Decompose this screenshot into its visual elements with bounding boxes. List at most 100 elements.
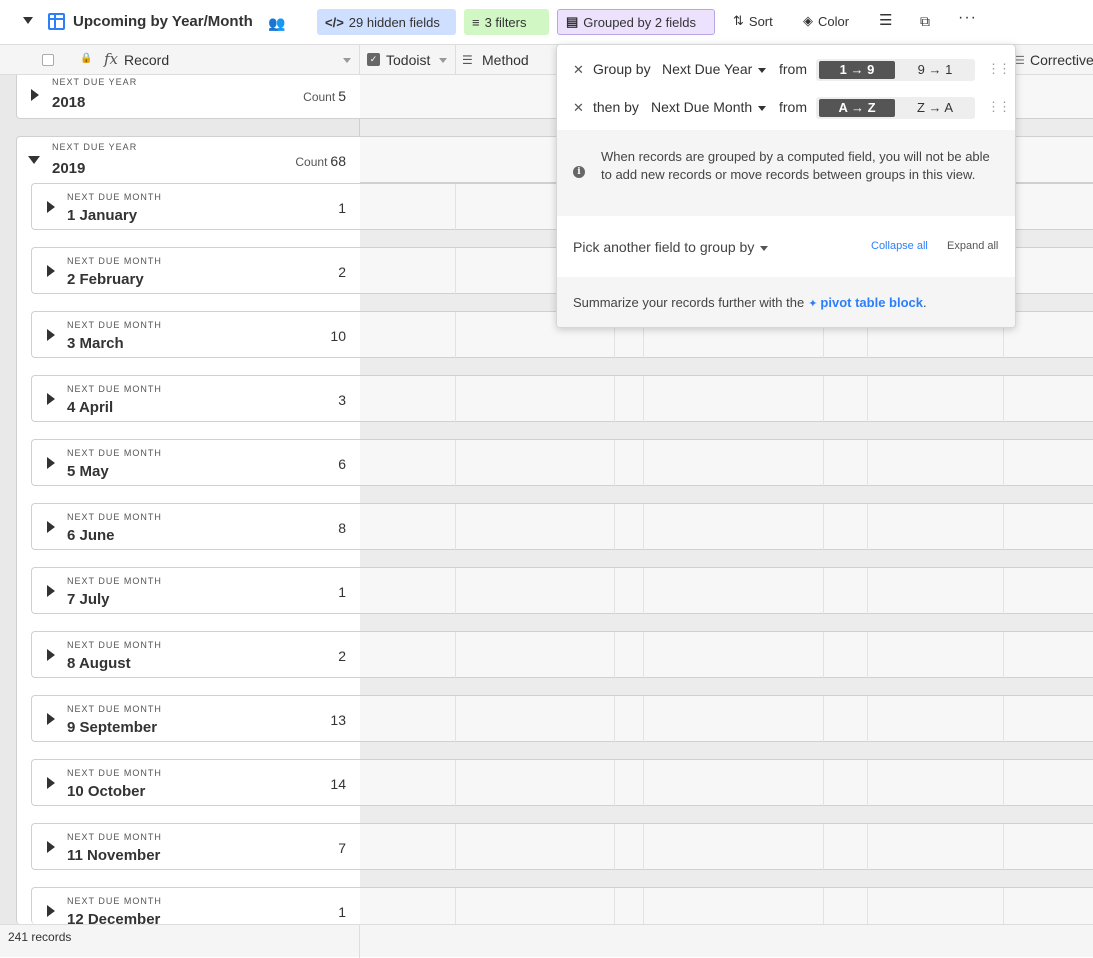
expand-group-icon[interactable] xyxy=(47,521,55,533)
sort-button[interactable]: ⇅ Sort xyxy=(733,13,773,29)
blocks-icon: ✦ xyxy=(808,298,818,310)
pivot-table-block-link[interactable]: pivot table block xyxy=(820,295,923,310)
group-field-label: NEXT DUE MONTH xyxy=(67,768,162,778)
grid-view-icon xyxy=(48,13,65,30)
filter-label: 3 filters xyxy=(484,14,527,30)
add-group-field-select[interactable]: Pick another field to group by xyxy=(573,239,769,255)
cell-divider xyxy=(614,696,615,743)
group-count: 1 xyxy=(338,904,346,920)
group-rule-2: ✕ then by Next Due Month from A → Z Z → … xyxy=(557,95,1015,131)
cell-divider xyxy=(1003,440,1004,487)
todoist-column-header[interactable]: Todoist xyxy=(386,52,430,68)
hidden-fields-button[interactable]: </> 29 hidden fields xyxy=(317,9,456,35)
month-group[interactable]: NEXT DUE MONTH 12 December 1 xyxy=(31,887,360,928)
expand-group-icon[interactable] xyxy=(47,585,55,597)
todoist-column-caret-icon[interactable] xyxy=(439,58,447,63)
cell-divider xyxy=(867,504,868,551)
expand-group-icon[interactable] xyxy=(47,265,55,277)
month-group[interactable]: NEXT DUE MONTH 6 June 8 xyxy=(31,503,360,550)
view-menu-caret-icon[interactable] xyxy=(23,17,33,24)
cell-divider xyxy=(867,440,868,487)
month-group[interactable]: NEXT DUE MONTH 9 September 13 xyxy=(31,695,360,742)
grid-footer: 241 records xyxy=(0,924,1093,958)
expand-group-icon[interactable] xyxy=(47,649,55,661)
record-column-header[interactable]: Record xyxy=(124,52,169,68)
sort-direction-toggle: A → Z Z → A xyxy=(816,97,975,119)
group-icon: ▤ xyxy=(566,14,579,29)
expand-group-icon[interactable] xyxy=(47,393,55,405)
collapse-group-icon[interactable] xyxy=(28,156,40,164)
color-button[interactable]: ◈ Color xyxy=(803,13,849,29)
month-group[interactable]: NEXT DUE MONTH 4 April 3 xyxy=(31,375,360,422)
cell-divider xyxy=(455,504,456,551)
group-value: 10 October xyxy=(67,783,146,800)
cell-divider xyxy=(614,504,615,551)
ascending-option[interactable]: A → Z xyxy=(819,99,895,117)
group-summary-row xyxy=(360,503,1093,551)
group-field-label: NEXT DUE MONTH xyxy=(67,896,162,906)
group-value: 3 March xyxy=(67,335,124,352)
group-count: 2 xyxy=(338,648,346,664)
group-count: 2 xyxy=(338,264,346,280)
descending-option[interactable]: Z → A xyxy=(898,99,972,117)
group-field-label: NEXT DUE MONTH xyxy=(67,704,162,714)
group-label: Grouped by 2 fields xyxy=(583,14,697,30)
group-field-select[interactable]: Next Due Year xyxy=(662,61,767,77)
method-column-header[interactable]: Method xyxy=(482,52,529,68)
row-height-icon[interactable]: ☰ xyxy=(879,11,892,29)
select-all-checkbox[interactable] xyxy=(42,54,54,66)
expand-group-icon[interactable] xyxy=(31,89,39,101)
month-group[interactable]: NEXT DUE MONTH 8 August 2 xyxy=(31,631,360,678)
group-count: 10 xyxy=(330,328,346,344)
group-button[interactable]: ▤ Grouped by 2 fields xyxy=(557,9,715,35)
group-value: 9 September xyxy=(67,719,158,736)
group-field-label: NEXT DUE MONTH xyxy=(67,512,162,522)
descending-option[interactable]: 9 → 1 xyxy=(898,61,972,79)
month-group[interactable]: NEXT DUE MONTH 2 February 2 xyxy=(31,247,360,294)
group-field-select[interactable]: Next Due Month xyxy=(651,99,767,115)
group-value: 5 May xyxy=(67,463,109,480)
year-group-2018[interactable]: NEXT DUE YEAR 2018 Count 5 xyxy=(16,75,360,119)
then-by-label: then by xyxy=(593,99,639,115)
from-label: from xyxy=(779,61,807,77)
expand-group-icon[interactable] xyxy=(47,329,55,341)
drag-handle-icon[interactable]: ⋮⋮ xyxy=(987,99,1011,115)
month-group[interactable]: NEXT DUE MONTH 1 January 1 xyxy=(31,183,360,230)
month-group[interactable]: NEXT DUE MONTH 5 May 6 xyxy=(31,439,360,486)
expand-group-icon[interactable] xyxy=(47,841,55,853)
filter-button[interactable]: ≡ 3 filters xyxy=(464,9,549,35)
collapse-all-button[interactable]: Collapse all xyxy=(871,240,928,252)
more-options-icon[interactable]: ··· xyxy=(958,9,977,27)
paint-bucket-icon: ◈ xyxy=(803,13,813,28)
group-value: 2019 xyxy=(52,160,86,177)
collaborative-view-icon[interactable]: 👥 xyxy=(268,15,285,32)
summary-text: Summarize your records further with the ✦… xyxy=(573,295,927,310)
group-count: 13 xyxy=(330,712,346,728)
share-view-icon[interactable]: ⧉ xyxy=(920,13,930,30)
drag-handle-icon[interactable]: ⋮⋮ xyxy=(987,61,1011,77)
sort-direction-toggle: 1 → 9 9 → 1 xyxy=(816,59,975,81)
expand-group-icon[interactable] xyxy=(47,905,55,917)
expand-group-icon[interactable] xyxy=(47,777,55,789)
cell-divider xyxy=(1003,376,1004,423)
formula-icon: fx xyxy=(104,50,119,68)
from-label: from xyxy=(779,99,807,115)
corrective-column-header[interactable]: Corrective xyxy=(1030,52,1093,68)
expand-group-icon[interactable] xyxy=(47,201,55,213)
remove-group-icon[interactable]: ✕ xyxy=(573,62,584,78)
expand-group-icon[interactable] xyxy=(47,457,55,469)
record-column-caret-icon[interactable] xyxy=(343,58,351,63)
cell-divider xyxy=(614,440,615,487)
view-title[interactable]: Upcoming by Year/Month xyxy=(73,13,253,30)
expand-all-button[interactable]: Expand all xyxy=(947,240,998,252)
remove-group-icon[interactable]: ✕ xyxy=(573,100,584,116)
ascending-option[interactable]: 1 → 9 xyxy=(819,61,895,79)
month-group[interactable]: NEXT DUE MONTH 7 July 1 xyxy=(31,567,360,614)
month-group[interactable]: NEXT DUE MONTH 10 October 14 xyxy=(31,759,360,806)
month-group[interactable]: NEXT DUE MONTH 11 November 7 xyxy=(31,823,360,870)
month-group[interactable]: NEXT DUE MONTH 3 March 10 xyxy=(31,311,360,358)
expand-group-icon[interactable] xyxy=(47,713,55,725)
group-count: 8 xyxy=(338,520,346,536)
group-count: Count 5 xyxy=(303,88,346,104)
group-value: 2018 xyxy=(52,94,86,111)
